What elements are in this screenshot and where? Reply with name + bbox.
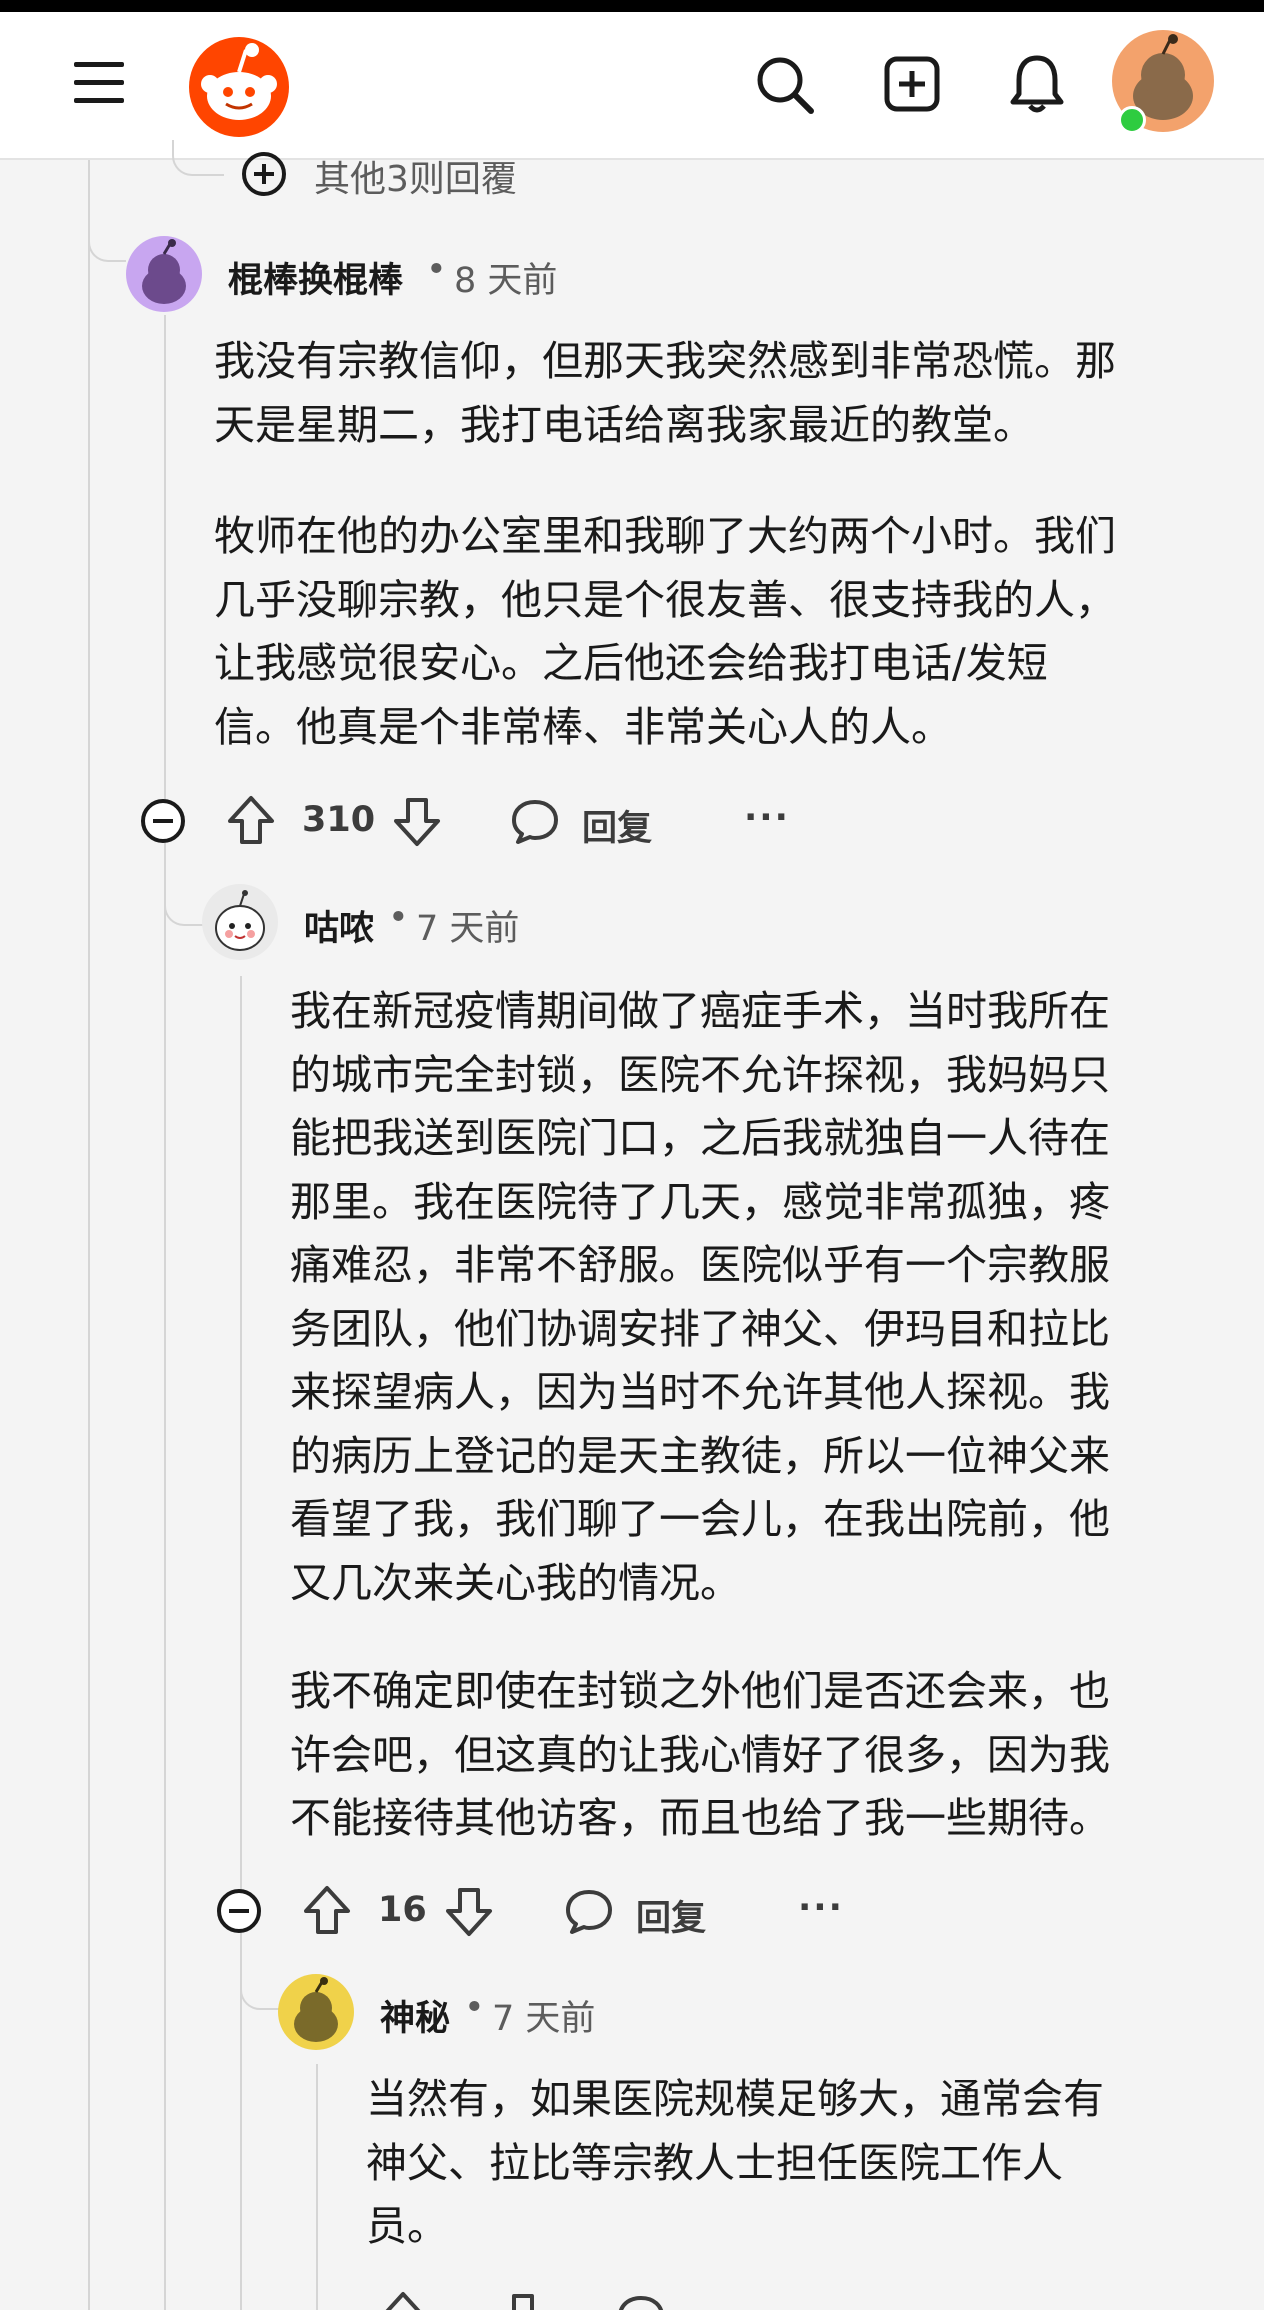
comment-paragraph: 我没有宗教信仰，但那天我突然感到非常恐慌。那 天是星期二，我打电话给离我家最近的…: [214, 337, 1116, 449]
meta-separator: •: [388, 898, 409, 938]
thread-line-root: [88, 160, 90, 2310]
comment-username[interactable]: 咕哝: [304, 900, 374, 951]
comment-timestamp: 7 天前: [416, 909, 520, 949]
bell-icon[interactable]: [1008, 52, 1066, 116]
comment-actions: 16 回复 ···: [216, 1880, 916, 1940]
thread-connector-comment-1: [88, 220, 126, 262]
thread-connector-more: [172, 140, 224, 176]
upvote-icon[interactable]: [378, 2290, 428, 2310]
downvote-icon[interactable]: [498, 2292, 548, 2310]
comment-paragraph: 当然有，如果医院规模足够大，通常会有 神父、拉比等宗教人士担任医院工作人 员。: [366, 2075, 1104, 2250]
status-bar: [0, 0, 1264, 12]
app-header: [0, 12, 1264, 160]
reddit-logo-icon[interactable]: [186, 32, 292, 138]
comment-timestamp: 7 天前: [492, 1999, 596, 2039]
comment-paragraph: 我不确定即使在封锁之外他们是否还会来，也 许会吧，但这真的让我心情好了很多，因为…: [290, 1667, 1110, 1842]
comment-timestamp: 8 天前: [454, 261, 558, 301]
comment-actions-partial: [370, 2286, 790, 2310]
downvote-icon[interactable]: [444, 1886, 494, 1938]
comment-avatar: [202, 884, 278, 960]
comment-username[interactable]: 神秘: [380, 1990, 450, 2041]
vote-count: 16: [378, 1890, 427, 1930]
reply-bubble-icon[interactable]: [564, 1888, 614, 1936]
comment-avatar: [126, 236, 202, 312]
collapse-icon[interactable]: [140, 798, 186, 844]
upvote-icon[interactable]: [226, 794, 276, 846]
comment-paragraph: 牧师在他的办公室里和我聊了大约两个小时。我们 几乎没聊宗教，他只是个很友善、很支…: [214, 512, 1116, 751]
vote-count: 310: [302, 800, 376, 840]
collapse-icon[interactable]: [216, 1888, 262, 1934]
thread-line-level-1: [164, 315, 166, 2310]
meta-separator: •: [426, 250, 447, 290]
search-icon[interactable]: [754, 54, 816, 116]
more-options-button[interactable]: ···: [798, 1888, 844, 1928]
online-status-dot: [1118, 106, 1146, 134]
downvote-icon[interactable]: [392, 796, 442, 848]
upvote-icon[interactable]: [302, 1884, 352, 1936]
more-replies-link[interactable]: 其他3则回覆: [314, 150, 517, 202]
reply-button[interactable]: 回复: [636, 1890, 706, 1941]
comment-actions: 310 回复 ···: [140, 790, 840, 850]
reply-bubble-icon[interactable]: [616, 2294, 666, 2310]
comment-avatar: [278, 1974, 354, 2050]
reply-button[interactable]: 回复: [582, 800, 652, 851]
thread-line-level-2: [240, 976, 242, 2310]
thread-line-level-3: [316, 2064, 318, 2310]
create-post-icon[interactable]: [884, 56, 940, 112]
comment-username[interactable]: 棍棒换棍棒: [228, 252, 403, 303]
hamburger-menu-icon[interactable]: [72, 58, 126, 108]
meta-separator: •: [464, 1988, 485, 2028]
more-options-button[interactable]: ···: [744, 798, 790, 838]
comment-paragraph: 我在新冠疫情期间做了癌症手术，当时我所在 的城市完全封锁，医院不允许探视，我妈妈…: [290, 987, 1110, 1607]
thread-connector-comment-2: [164, 860, 204, 926]
expand-replies-icon[interactable]: [240, 150, 288, 198]
thread-connector-comment-3: [240, 1948, 280, 2010]
reply-bubble-icon[interactable]: [510, 798, 560, 846]
